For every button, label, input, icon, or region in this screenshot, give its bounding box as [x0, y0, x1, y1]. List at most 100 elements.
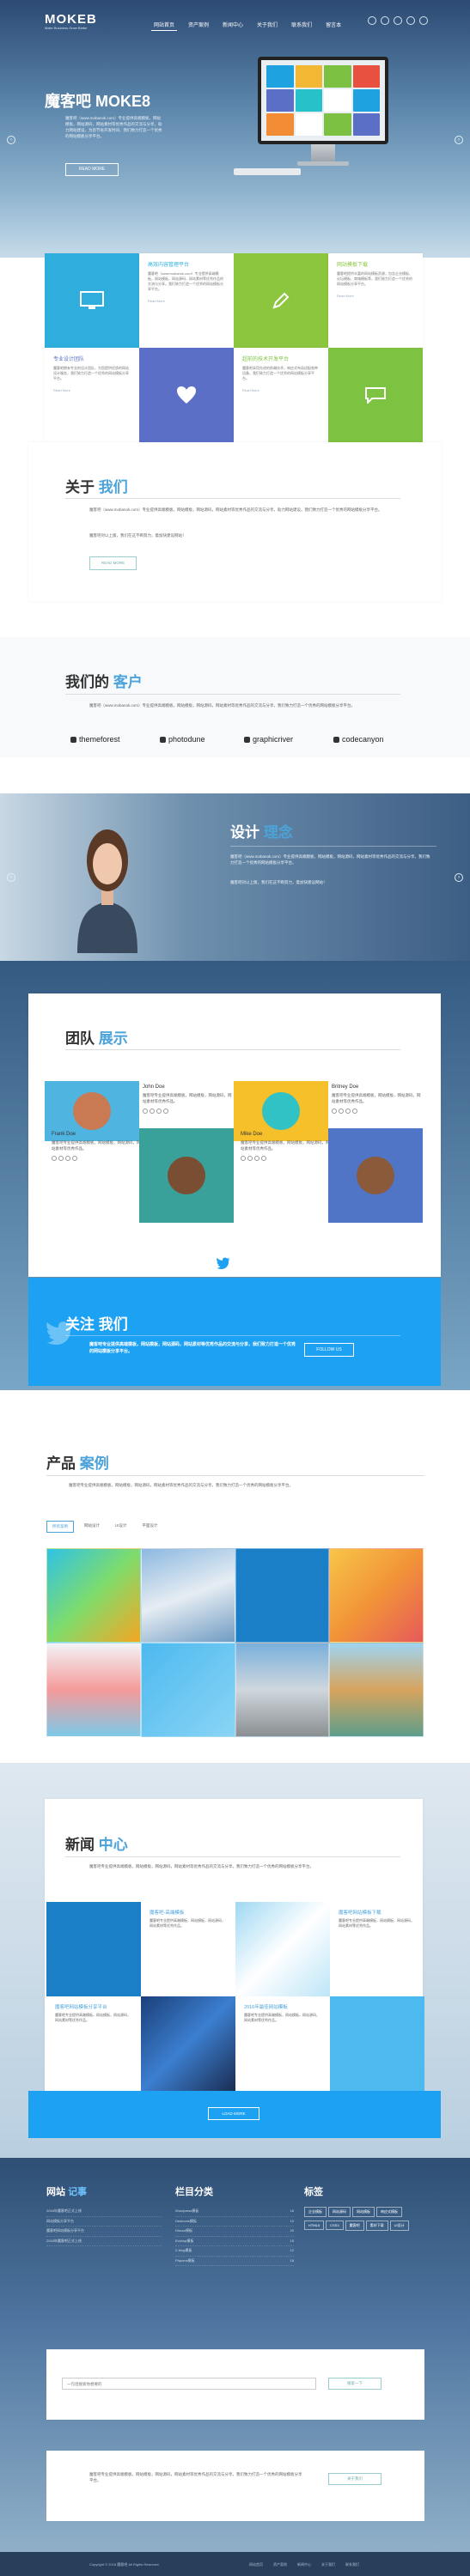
design-prev-arrow[interactable]: ‹: [7, 873, 15, 882]
social-icon[interactable]: [261, 1156, 266, 1161]
footer-link[interactable]: 联系我们: [345, 2562, 359, 2567]
filter-all[interactable]: 所有案例: [46, 1521, 74, 1533]
note-item[interactable]: 网站模板分享平台: [46, 2217, 162, 2227]
footer-link[interactable]: 新闻中心: [297, 2562, 311, 2567]
category-item[interactable]: Z-blog模板 12: [175, 2246, 294, 2257]
qq-icon[interactable]: [394, 16, 402, 25]
social-icon[interactable]: [156, 1109, 162, 1114]
product-thumb[interactable]: [46, 1643, 141, 1737]
social-icon[interactable]: [352, 1109, 357, 1114]
footer-link[interactable]: 资产案例: [273, 2562, 287, 2567]
news-thumb[interactable]: [46, 1902, 141, 1996]
category-item[interactable]: Phpcms模板 18: [175, 2257, 294, 2266]
footer-link[interactable]: 关于我们: [321, 2562, 335, 2567]
brand-graphicriver[interactable]: graphicriver: [244, 735, 293, 744]
tag[interactable]: 魔客吧: [345, 2221, 364, 2231]
footer-notes-title: 网站 记事: [46, 2187, 88, 2197]
news-thumb[interactable]: [235, 1902, 330, 1996]
feature-title: 专业设计团队: [53, 357, 85, 362]
news-thumb[interactable]: [330, 1996, 424, 2091]
load-more-button[interactable]: LOAD MORE: [208, 2107, 259, 2120]
category-item[interactable]: Ecshop模板 15: [175, 2237, 294, 2246]
tag[interactable]: 网站源码: [328, 2207, 351, 2217]
footer-link[interactable]: 网站首页: [249, 2562, 263, 2567]
social-icon[interactable]: [72, 1156, 77, 1161]
search-input[interactable]: [62, 2378, 316, 2390]
product-thumb[interactable]: [140, 1643, 235, 1737]
read-more-link[interactable]: Read More: [53, 388, 131, 392]
news-item-title[interactable]: 魔客吧网站模板下载: [339, 1909, 416, 1916]
product-thumb[interactable]: [46, 1548, 141, 1643]
social-icon[interactable]: [150, 1109, 155, 1114]
nav-item-home[interactable]: 网站首页: [151, 19, 178, 31]
divider: [65, 1049, 400, 1050]
search-button[interactable]: 搜索一下: [328, 2378, 381, 2390]
about-read-more-button[interactable]: READ MORE: [89, 556, 137, 570]
social-icon[interactable]: [143, 1109, 148, 1114]
read-more-link[interactable]: Read More: [242, 388, 320, 392]
tag[interactable]: UI设计: [389, 2221, 409, 2231]
design-next-arrow[interactable]: ›: [455, 873, 463, 882]
product-thumb[interactable]: [329, 1643, 424, 1737]
about-paragraph-1: 魔客吧（www.mobanok.com）专业提供高端模板，网站模板，网站源码，网…: [89, 507, 382, 512]
rss-icon[interactable]: [419, 16, 428, 25]
social-icon[interactable]: [254, 1156, 259, 1161]
social-icon[interactable]: [241, 1156, 246, 1161]
filter-web[interactable]: 网站设计: [79, 1521, 105, 1533]
hero-next-arrow[interactable]: ›: [455, 136, 463, 144]
hero-prev-arrow[interactable]: ‹: [7, 136, 15, 144]
social-icon[interactable]: [52, 1156, 57, 1161]
note-item[interactable]: 2016年魔客吧正式上线: [46, 2237, 162, 2246]
tag[interactable]: 响应式模板: [376, 2207, 402, 2217]
tag[interactable]: 企业模板: [304, 2207, 327, 2217]
news-thumb[interactable]: [141, 1996, 235, 2091]
footer-about-button[interactable]: 关于我们: [328, 2473, 381, 2485]
brand-themeforest[interactable]: themeforest: [70, 735, 120, 744]
follow-us-button[interactable]: FOLLOW US: [304, 1343, 354, 1357]
filter-ui[interactable]: UI设计: [110, 1521, 132, 1533]
weibo-icon[interactable]: [368, 16, 376, 25]
brand-codecanyon[interactable]: codecanyon: [333, 735, 384, 744]
category-item[interactable]: Dedecms模板 10: [175, 2217, 294, 2227]
clients-paragraph: 魔客吧（www.mobanok.com）专业提供高端模板，网站模板，网站源码，网…: [89, 703, 356, 708]
heart-icon: [139, 348, 234, 442]
read-more-link[interactable]: Read More: [337, 294, 414, 298]
nav-item-cases[interactable]: 资产案例: [186, 19, 211, 31]
news-title: 新闻 中心: [65, 1837, 128, 1853]
product-thumb[interactable]: [329, 1548, 424, 1643]
face-icon: [262, 1092, 300, 1130]
nav-item-contact[interactable]: 联系我们: [289, 19, 314, 31]
product-thumb[interactable]: [235, 1548, 330, 1643]
tag[interactable]: 素材下载: [365, 2221, 388, 2231]
note-item[interactable]: 魔客吧网站模板分享平台: [46, 2227, 162, 2237]
social-icon[interactable]: [339, 1109, 344, 1114]
twitter-icon[interactable]: [406, 16, 415, 25]
brand-photodune[interactable]: photodune: [160, 735, 205, 744]
tag[interactable]: 网站模板: [352, 2207, 375, 2217]
tag[interactable]: CSS3: [326, 2221, 344, 2230]
product-thumb[interactable]: [140, 1548, 235, 1643]
hero-read-more-button[interactable]: READ MORE: [65, 163, 119, 176]
social-icon[interactable]: [247, 1156, 253, 1161]
note-item[interactable]: 2016年魔客吧正式上线: [46, 2207, 162, 2217]
news-item-desc: 魔客吧专业提供高端模板，网站模板，网站源码，网站素材等优秀作品。: [244, 2013, 320, 2022]
site-logo[interactable]: MOKEB: [45, 12, 97, 27]
nav-item-about[interactable]: 关于我们: [254, 19, 280, 31]
filter-graphic[interactable]: 平面设计: [137, 1521, 163, 1533]
social-icon[interactable]: [65, 1156, 70, 1161]
news-item-title[interactable]: 魔客吧网站模板分享平台: [55, 2003, 132, 2010]
nav-item-guestbook[interactable]: 留言本: [323, 19, 344, 31]
wechat-icon[interactable]: [381, 16, 389, 25]
social-icon[interactable]: [58, 1156, 64, 1161]
news-item-title[interactable]: 魔客吧-高端模板: [150, 1909, 227, 1916]
nav-item-news[interactable]: 新闻中心: [220, 19, 246, 31]
tag[interactable]: HTML5: [304, 2221, 325, 2230]
read-more-link[interactable]: Read More: [148, 299, 225, 303]
product-thumb[interactable]: [235, 1643, 330, 1737]
category-item[interactable]: Wordpress模板 16: [175, 2207, 294, 2217]
news-item-title[interactable]: 2016年最佳网站模板: [244, 2003, 321, 2010]
social-icon[interactable]: [345, 1109, 351, 1114]
category-item[interactable]: Discuz模板 20: [175, 2227, 294, 2237]
social-icon[interactable]: [163, 1109, 168, 1114]
social-icon[interactable]: [332, 1109, 337, 1114]
